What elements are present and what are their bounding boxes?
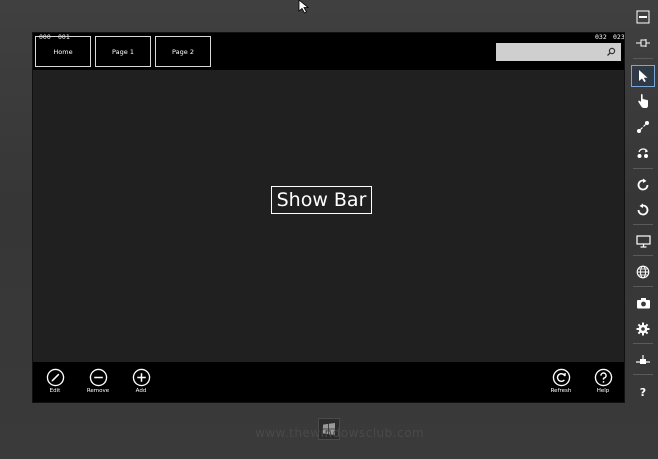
- mouse-cursor-icon: [298, 0, 310, 14]
- toolbar-separator: [633, 58, 653, 59]
- rotate-clockwise-icon: [637, 178, 649, 191]
- pointer-icon: [639, 70, 648, 82]
- search-box[interactable]: [496, 43, 621, 61]
- help-label: Help: [596, 388, 610, 394]
- remove-button[interactable]: Remove: [83, 368, 113, 394]
- screenshot-icon: [636, 298, 650, 309]
- minimize-icon: [636, 10, 650, 24]
- refresh-icon: [552, 368, 570, 387]
- touch-mode-button[interactable]: [631, 90, 655, 112]
- toolbar-separator: [633, 224, 653, 225]
- settings-icon: [636, 322, 650, 336]
- add-label: Add: [135, 388, 147, 394]
- network-icon: [636, 265, 650, 279]
- rotate-counterclockwise-button[interactable]: [631, 199, 655, 221]
- edit-button[interactable]: Edit: [40, 368, 70, 394]
- change-resolution-button[interactable]: [631, 230, 655, 252]
- rotation-gesture-button[interactable]: [631, 142, 655, 164]
- pinch-icon: [637, 121, 649, 133]
- set-location-button[interactable]: [631, 261, 655, 283]
- add-icon: [132, 368, 150, 387]
- resolution-icon: [635, 234, 651, 248]
- simulator-toolbar: ?: [628, 0, 658, 459]
- search-icon[interactable]: [606, 47, 616, 57]
- pin-icon: [636, 39, 650, 47]
- help-toolbar-button[interactable]: ?: [631, 381, 655, 403]
- remove-label: Remove: [86, 388, 110, 394]
- rotate-clockwise-button[interactable]: [631, 174, 655, 196]
- watermark-text: www.thewindowsclub.com: [255, 426, 425, 440]
- toolbar-separator: [633, 343, 653, 344]
- bottom-app-bar: Edit Remove Add Refresh Help: [33, 362, 624, 402]
- toolbar-separator: [633, 168, 653, 169]
- rotate-gesture-icon: [637, 148, 648, 158]
- nav-page-1[interactable]: Page 1: [95, 36, 151, 67]
- app-screen: 000 001 Home Page 1 Page 2 032 023 Show …: [32, 32, 625, 403]
- add-button[interactable]: Add: [126, 368, 156, 394]
- screenshot-button[interactable]: [631, 292, 655, 314]
- edit-label: Edit: [49, 388, 61, 394]
- show-bar-button[interactable]: Show Bar: [271, 186, 372, 214]
- help-icon: [594, 368, 612, 387]
- refresh-button[interactable]: Refresh: [546, 368, 576, 394]
- network-properties-button[interactable]: [631, 349, 655, 371]
- screenshot-settings-button[interactable]: [631, 318, 655, 340]
- pinch-zoom-button[interactable]: [631, 116, 655, 138]
- remote-connect-icon: [636, 355, 650, 364]
- rotate-counterclockwise-icon: [637, 203, 649, 216]
- mouse-mode-button[interactable]: [631, 65, 655, 87]
- always-on-top-button[interactable]: [631, 32, 655, 54]
- refresh-label: Refresh: [550, 388, 572, 394]
- coord-right-b: 023: [613, 33, 625, 41]
- nav-home[interactable]: Home: [35, 36, 91, 67]
- touch-icon: [638, 94, 648, 108]
- top-app-bar: 000 001 Home Page 1 Page 2 032 023: [33, 33, 624, 70]
- toolbar-separator: [633, 286, 653, 287]
- edit-icon: [46, 368, 64, 387]
- help-button[interactable]: Help: [588, 368, 618, 394]
- coord-right-a: 032: [595, 33, 607, 41]
- nav-page-2[interactable]: Page 2: [155, 36, 211, 67]
- toolbar-separator: [633, 374, 653, 375]
- toolbar-separator: [633, 255, 653, 256]
- minimize-button[interactable]: [631, 6, 655, 28]
- remove-icon: [89, 368, 107, 387]
